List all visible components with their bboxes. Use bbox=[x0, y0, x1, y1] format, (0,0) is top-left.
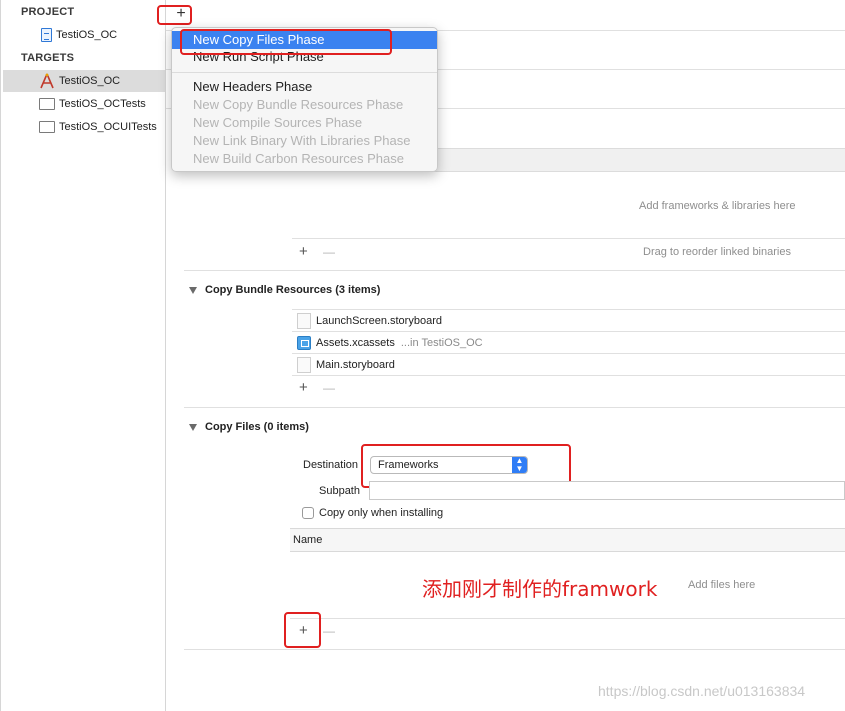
sidebar-item-label: TestiOS_OCTests bbox=[59, 98, 146, 110]
add-resource-button[interactable]: + bbox=[299, 380, 308, 395]
resource-name: LaunchScreen.storyboard bbox=[316, 315, 442, 327]
annotation-text: 添加刚才制作的framwork bbox=[422, 577, 658, 601]
asset-catalog-icon bbox=[297, 336, 311, 350]
watermark: https://blog.csdn.net/u013163834 bbox=[598, 683, 806, 699]
resource-name: Main.storyboard bbox=[316, 359, 395, 371]
divider bbox=[184, 407, 845, 408]
divider bbox=[292, 238, 845, 239]
sidebar-item-project[interactable]: TestiOS_OC bbox=[3, 24, 165, 46]
disclosure-triangle-icon[interactable] bbox=[189, 287, 197, 294]
menu-item-new-headers-phase[interactable]: New Headers Phase bbox=[172, 78, 437, 96]
subpath-input[interactable] bbox=[369, 481, 845, 500]
highlight-box-add bbox=[157, 5, 192, 25]
copy-only-checkbox[interactable] bbox=[302, 507, 314, 519]
sidebar-item-label: TestiOS_OC bbox=[56, 29, 118, 41]
add-library-button[interactable]: + bbox=[299, 244, 308, 259]
menu-item-new-compile-sources-phase: New Compile Sources Phase bbox=[193, 115, 363, 130]
remove-library-button[interactable]: — bbox=[323, 245, 335, 259]
sidebar-item-label: TestiOS_OC bbox=[59, 75, 121, 87]
storyboard-file-icon bbox=[297, 357, 311, 373]
sidebar-item-label: TestiOS_OCUITests bbox=[59, 121, 157, 133]
divider bbox=[184, 649, 845, 650]
divider bbox=[184, 270, 845, 271]
copy-files-section-title[interactable]: Copy Files (0 items) bbox=[205, 421, 309, 433]
menu-item-new-build-carbon-resources-phase: New Build Carbon Resources Phase bbox=[193, 151, 404, 166]
resource-name: Assets.xcassets bbox=[316, 337, 395, 349]
resource-row[interactable]: LaunchScreen.storyboard bbox=[292, 310, 845, 332]
menu-item-new-link-binary-phase: New Link Binary With Libraries Phase bbox=[193, 133, 411, 148]
test-bundle-icon bbox=[39, 98, 55, 110]
resource-row[interactable]: Assets.xcassets ...in TestiOS_OC bbox=[292, 332, 845, 354]
resource-row[interactable]: Main.storyboard bbox=[292, 354, 845, 376]
resource-location: ...in TestiOS_OC bbox=[400, 337, 483, 349]
link-placeholder: Add frameworks & libraries here bbox=[639, 200, 796, 212]
remove-resource-button[interactable]: — bbox=[323, 381, 335, 395]
sidebar-item-target-uitests[interactable]: TestiOS_OCUITests bbox=[3, 116, 165, 138]
menu-item-new-copy-bundle-resources-phase: New Copy Bundle Resources Phase bbox=[193, 97, 404, 112]
copy-only-label: Copy only when installing bbox=[319, 507, 444, 519]
navigator-sidebar: PROJECT TestiOS_OC TARGETS TestiOS_OC Te… bbox=[0, 0, 166, 711]
files-placeholder: Add files here bbox=[688, 579, 756, 591]
targets-header: TARGETS bbox=[21, 52, 75, 64]
sidebar-item-target-app[interactable]: TestiOS_OC bbox=[3, 70, 165, 92]
project-file-icon bbox=[41, 28, 52, 42]
storyboard-file-icon bbox=[297, 313, 311, 329]
remove-file-button[interactable]: — bbox=[323, 624, 335, 638]
sidebar-item-target-tests[interactable]: TestiOS_OCTests bbox=[3, 93, 165, 115]
subpath-label: Subpath bbox=[319, 485, 360, 497]
column-header-name[interactable]: Name bbox=[290, 528, 845, 552]
reorder-hint: Drag to reorder linked binaries bbox=[643, 246, 791, 258]
highlight-box-menu-item bbox=[180, 29, 392, 55]
disclosure-triangle-icon[interactable] bbox=[189, 424, 197, 431]
bundle-section-title[interactable]: Copy Bundle Resources (3 items) bbox=[205, 284, 380, 296]
test-bundle-icon bbox=[39, 121, 55, 133]
destination-label: Destination bbox=[303, 459, 359, 471]
app-target-icon bbox=[39, 73, 55, 89]
highlight-box-add-file bbox=[284, 612, 321, 648]
divider bbox=[290, 618, 845, 619]
menu-separator bbox=[172, 72, 437, 73]
project-header: PROJECT bbox=[21, 6, 75, 18]
